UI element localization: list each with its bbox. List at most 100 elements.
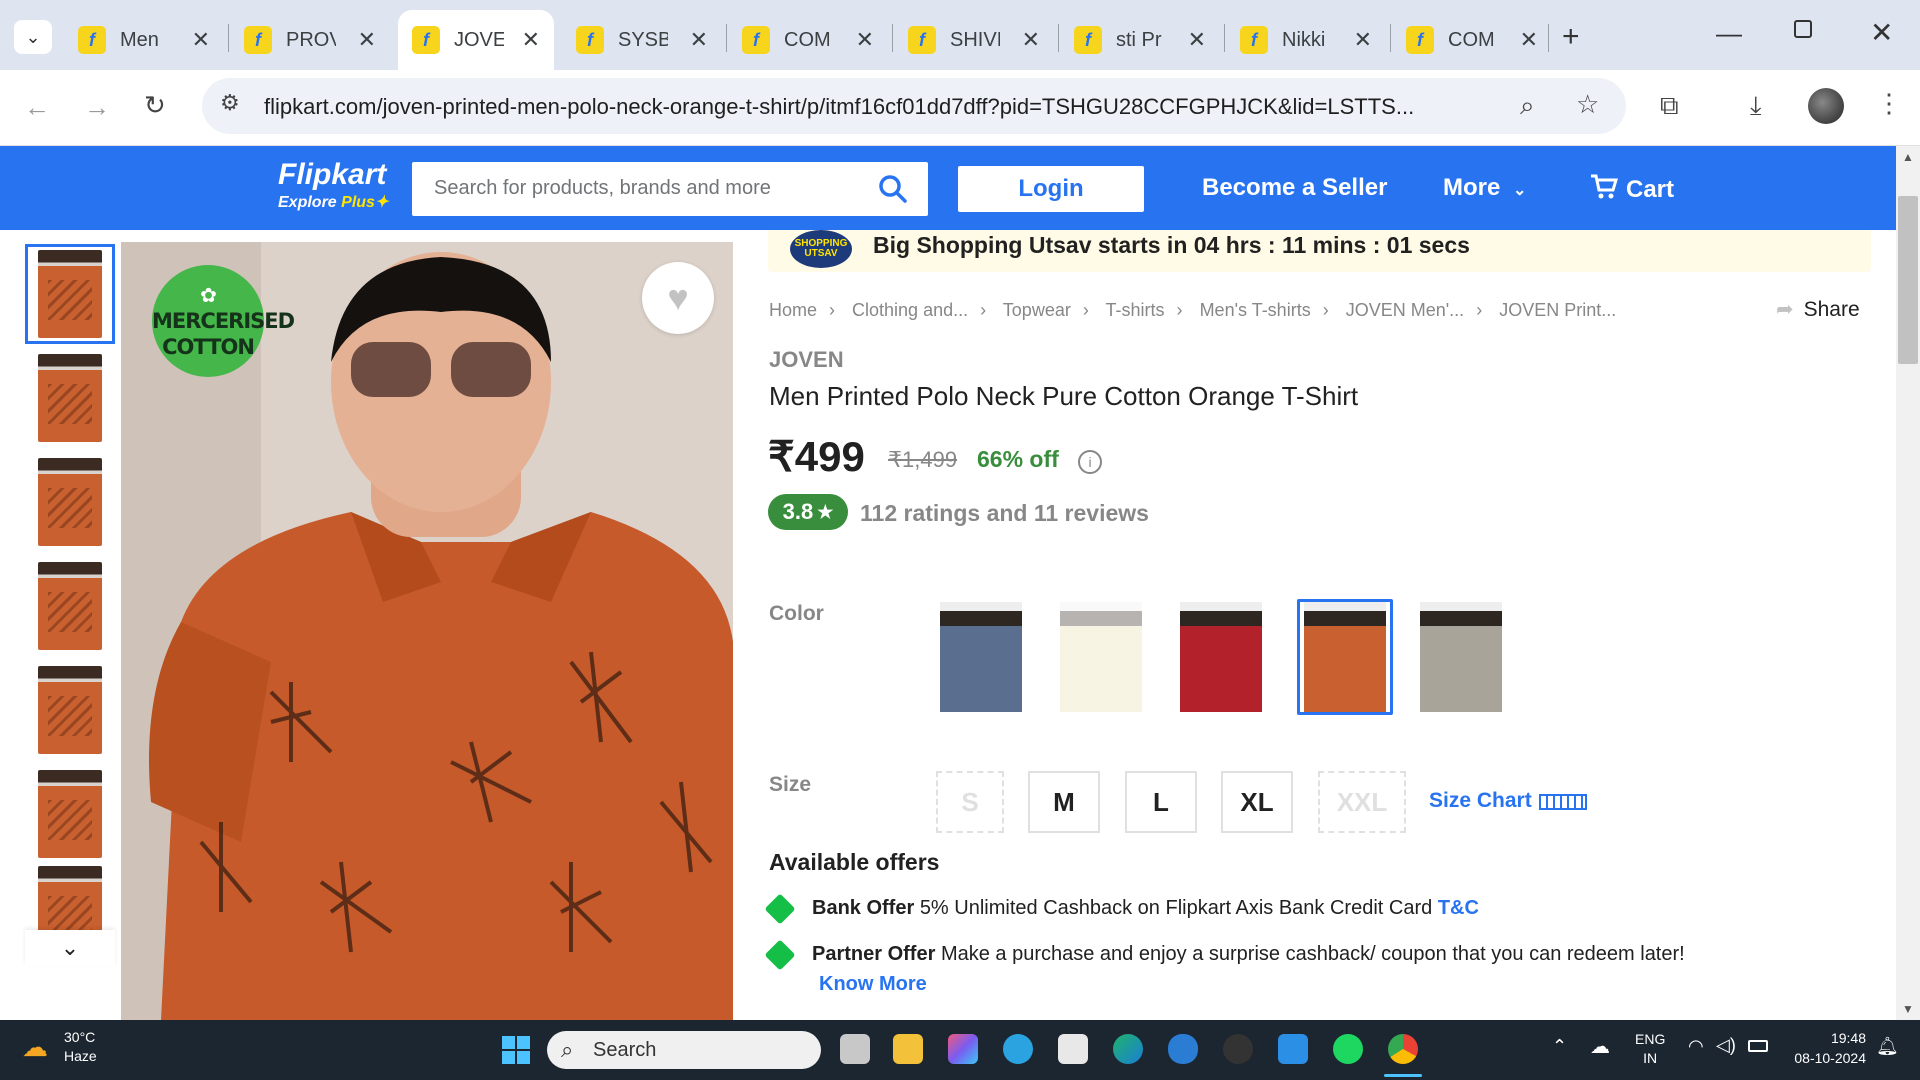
wishlist-heart-icon[interactable]: ♥ xyxy=(642,262,714,334)
close-tab-icon[interactable]: ✕ xyxy=(358,27,376,53)
edge-icon[interactable] xyxy=(1113,1034,1143,1064)
new-tab-icon[interactable]: + xyxy=(1562,20,1580,54)
browser-tab[interactable]: f SYSBI ✕ xyxy=(562,10,722,70)
profile-avatar[interactable] xyxy=(1808,88,1844,124)
become-seller-link[interactable]: Become a Seller xyxy=(1202,174,1387,202)
app-icon[interactable] xyxy=(1223,1034,1253,1064)
chevron-up-icon[interactable]: ⌃ xyxy=(1552,1036,1567,1057)
address-bar[interactable]: ⚙ flipkart.com/joven-printed-men-polo-ne… xyxy=(202,78,1626,134)
clock[interactable]: 19:48 08-10-2024 xyxy=(1786,1028,1866,1068)
language-indicator[interactable]: ENG IN xyxy=(1635,1030,1665,1068)
close-tab-icon[interactable]: ✕ xyxy=(192,27,210,53)
ratings-reviews-count[interactable]: 112 ratings and 11 reviews xyxy=(860,500,1149,527)
know-more-link[interactable]: Know More xyxy=(819,973,927,996)
menu-kebab-icon[interactable]: ⋮ xyxy=(1876,90,1902,116)
more-menu[interactable]: More ⌄ xyxy=(1443,174,1526,202)
size-chart-link[interactable]: Size Chart xyxy=(1429,789,1532,813)
breadcrumb-item[interactable]: Topwear xyxy=(1003,300,1071,320)
thumbnail[interactable] xyxy=(25,348,115,448)
close-tab-icon[interactable]: ✕ xyxy=(690,27,708,53)
browser-tab[interactable]: f Nikki ✕ xyxy=(1226,10,1386,70)
forward-icon[interactable]: → xyxy=(84,94,110,120)
thumbnails-scroll-down-icon[interactable]: ⌄ xyxy=(25,930,115,966)
close-tab-icon[interactable]: ✕ xyxy=(522,27,540,53)
weather-icon[interactable]: ☁ xyxy=(22,1032,48,1063)
volume-icon[interactable]: ◁) xyxy=(1716,1035,1736,1056)
minimize-icon[interactable]: — xyxy=(1716,18,1742,49)
breadcrumb-item[interactable]: JOVEN Men'... xyxy=(1346,300,1464,320)
size-option[interactable]: L xyxy=(1125,771,1197,833)
vscode-icon[interactable] xyxy=(1278,1034,1308,1064)
browser-tab[interactable]: f Men ✕ xyxy=(64,10,224,70)
task-view-icon[interactable] xyxy=(840,1034,870,1064)
color-swatch[interactable] xyxy=(1178,600,1264,714)
breadcrumb-item[interactable]: T-shirts xyxy=(1106,300,1165,320)
copilot-icon[interactable] xyxy=(948,1034,978,1064)
browser-tab-active[interactable]: f JOVEN ✕ xyxy=(398,10,554,70)
thumbnail[interactable] xyxy=(25,866,115,930)
browser-tab[interactable]: f COM ✕ xyxy=(1392,10,1552,70)
breadcrumb-item[interactable]: Men's T-shirts xyxy=(1200,300,1311,320)
price-info-icon[interactable]: i xyxy=(1078,450,1102,474)
site-info-icon[interactable]: ⚙ xyxy=(220,92,240,114)
close-window-icon[interactable]: ✕ xyxy=(1870,16,1893,49)
search-icon[interactable] xyxy=(878,174,908,204)
close-tab-icon[interactable]: ✕ xyxy=(1188,27,1206,53)
thumbnail[interactable] xyxy=(25,660,115,760)
wifi-icon[interactable]: ◠ xyxy=(1688,1036,1704,1057)
ruler-icon[interactable] xyxy=(1539,794,1587,810)
cart-link[interactable]: Cart xyxy=(1590,174,1674,204)
reload-icon[interactable]: ↻ xyxy=(144,92,166,118)
onedrive-icon[interactable] xyxy=(1168,1034,1198,1064)
size-option[interactable]: XL xyxy=(1221,771,1293,833)
zoom-icon[interactable]: ⌕ xyxy=(1520,92,1535,118)
color-swatch[interactable] xyxy=(938,600,1024,714)
chrome-icon[interactable] xyxy=(1388,1034,1418,1064)
browser-tab[interactable]: f PROV ✕ xyxy=(230,10,390,70)
thumbnail[interactable] xyxy=(25,244,115,344)
thumbnail[interactable] xyxy=(25,452,115,552)
battery-icon[interactable] xyxy=(1748,1040,1768,1052)
scrollbar-thumb[interactable] xyxy=(1898,196,1918,364)
browser-tab[interactable]: f SHIVI ✕ xyxy=(894,10,1054,70)
color-swatch[interactable] xyxy=(1418,600,1504,714)
browser-tab[interactable]: f sti Pr ✕ xyxy=(1060,10,1220,70)
scroll-up-icon[interactable]: ▲ xyxy=(1902,150,1914,164)
taskbar-search[interactable]: ⌕ Search xyxy=(547,1031,821,1069)
microsoft-store-icon[interactable] xyxy=(1058,1034,1088,1064)
close-tab-icon[interactable]: ✕ xyxy=(1022,27,1040,53)
browser-tab[interactable]: f COM ✕ xyxy=(728,10,888,70)
close-tab-icon[interactable]: ✕ xyxy=(1354,27,1372,53)
tab-search-icon[interactable]: ⌄ xyxy=(14,20,52,54)
bookmark-star-icon[interactable]: ☆ xyxy=(1576,91,1599,117)
extensions-icon[interactable]: ⧉ xyxy=(1660,92,1679,118)
size-option[interactable]: M xyxy=(1028,771,1100,833)
weather-widget[interactable]: 30°C Haze xyxy=(64,1028,97,1066)
login-button[interactable]: Login xyxy=(958,166,1144,212)
cloud-icon[interactable]: ☁ xyxy=(1590,1034,1610,1059)
close-tab-icon[interactable]: ✕ xyxy=(1520,27,1538,53)
search-input[interactable] xyxy=(434,177,854,200)
thumbnail[interactable] xyxy=(25,556,115,656)
thumbnail[interactable] xyxy=(25,764,115,864)
spotify-icon[interactable] xyxy=(1333,1034,1363,1064)
share-button[interactable]: ➦ Share xyxy=(1776,297,1860,322)
breadcrumb-item[interactable]: JOVEN Print... xyxy=(1499,300,1616,320)
windows-start-icon[interactable] xyxy=(502,1036,530,1064)
url-text[interactable]: flipkart.com/joven-printed-men-polo-neck… xyxy=(264,94,1414,120)
product-main-image[interactable]: ✿ MERCERISED COTTON ♥ xyxy=(121,242,733,1020)
back-icon[interactable]: ← xyxy=(24,94,50,120)
telegram-icon[interactable] xyxy=(1003,1034,1033,1064)
offer-tc-link[interactable]: T&C xyxy=(1438,897,1479,919)
breadcrumb-item[interactable]: Clothing and... xyxy=(852,300,968,320)
restore-icon[interactable] xyxy=(1794,20,1812,38)
breadcrumb-item[interactable]: Home xyxy=(769,300,817,320)
close-tab-icon[interactable]: ✕ xyxy=(856,27,874,53)
flipkart-logo[interactable]: Flipkart Explore Plus✦ xyxy=(278,158,388,212)
notification-bell-icon[interactable]: 🔔︎ xyxy=(1876,1036,1899,1057)
color-swatch-selected[interactable] xyxy=(1297,599,1393,715)
download-icon[interactable]: ⤓ xyxy=(1750,92,1762,118)
color-swatch[interactable] xyxy=(1058,600,1144,714)
file-explorer-icon[interactable] xyxy=(893,1034,923,1064)
scroll-down-icon[interactable]: ▼ xyxy=(1902,1002,1914,1016)
